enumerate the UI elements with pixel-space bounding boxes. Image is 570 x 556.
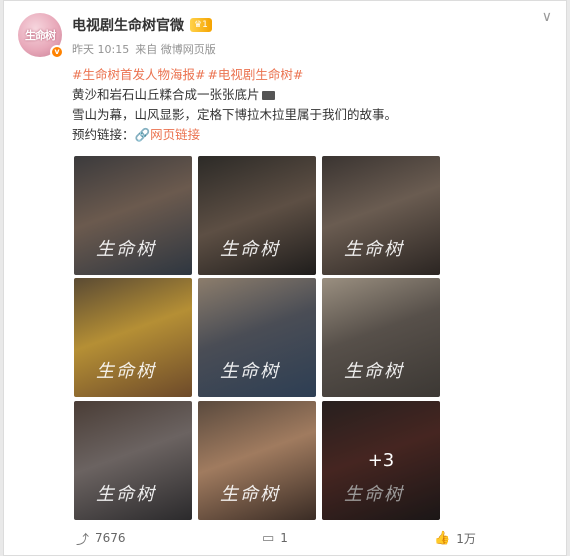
post-content: #生命树首发人物海报# #电视剧生命树# 黄沙和岩石山丘糅合成一张张底片 雪山为幕… bbox=[72, 65, 550, 145]
crown-icon: ♛ bbox=[194, 20, 203, 30]
action-bar: ⤴ 7676 ▭ 1 👍 1万 bbox=[4, 526, 566, 550]
hashtag-show[interactable]: #电视剧生命树# bbox=[207, 67, 303, 82]
like-count: 1万 bbox=[456, 531, 476, 546]
booking-row: 预约链接：🔗网页链接 bbox=[72, 125, 550, 145]
poster-image[interactable]: 生命树 bbox=[198, 401, 316, 520]
booking-label: 预约链接： bbox=[72, 127, 135, 142]
post-source: 来自 微博网页版 bbox=[135, 43, 216, 56]
poster-image[interactable]: 生命树 bbox=[322, 156, 440, 275]
comment-icon: ▭ bbox=[262, 530, 275, 546]
post-meta: 昨天 10:15 来自 微博网页版 bbox=[72, 41, 216, 57]
link-icon[interactable]: 🔗 bbox=[135, 127, 151, 142]
repost-icon: ⤴ bbox=[76, 532, 90, 548]
more-images-overlay[interactable]: +3 bbox=[322, 401, 440, 520]
poster-logo: 生命树 bbox=[344, 361, 404, 382]
chevron-down-icon[interactable]: ∨ bbox=[542, 9, 552, 25]
level-badge: ♛ 1 bbox=[190, 18, 212, 32]
poster-image[interactable]: 生命树 bbox=[322, 278, 440, 397]
name-row: 电视剧生命树官微 ♛ 1 bbox=[72, 15, 212, 35]
hashtag-poster[interactable]: #生命树首发人物海报# bbox=[72, 67, 205, 82]
poster-logo: 生命树 bbox=[220, 239, 280, 260]
poster-logo: 生命树 bbox=[220, 484, 280, 505]
poster-image[interactable]: 生命树 bbox=[198, 156, 316, 275]
film-emoji-icon bbox=[261, 91, 275, 100]
verified-badge-icon: v bbox=[50, 45, 64, 59]
repost-count: 7676 bbox=[95, 531, 126, 545]
poster-logo: 生命树 bbox=[220, 361, 280, 382]
thumbs-up-icon: 👍 bbox=[434, 530, 451, 546]
poster-image[interactable]: 生命树 bbox=[74, 401, 192, 520]
content-line-1-text: 黄沙和岩石山丘糅合成一张张底片 bbox=[72, 87, 260, 102]
image-grid: 生命树 生命树 生命树 生命树 生命树 生命树 生命树 生命树 生命树 +3 bbox=[74, 156, 440, 520]
poster-image[interactable]: 生命树 bbox=[74, 156, 192, 275]
poster-image[interactable]: 生命树 bbox=[74, 278, 192, 397]
avatar-text: 生命树 bbox=[25, 29, 56, 42]
poster-image-more[interactable]: 生命树 +3 bbox=[322, 401, 440, 520]
comment-button[interactable]: ▭ 1 bbox=[262, 531, 288, 546]
account-name[interactable]: 电视剧生命树官微 bbox=[72, 15, 184, 35]
web-link[interactable]: 网页链接 bbox=[150, 127, 200, 142]
poster-logo: 生命树 bbox=[96, 484, 156, 505]
repost-button[interactable]: ⤴ 7676 bbox=[76, 529, 126, 548]
content-line-1: 黄沙和岩石山丘糅合成一张张底片 bbox=[72, 85, 550, 105]
content-line-2: 雪山为幕，山风显影，定格下博拉木拉里属于我们的故事。 bbox=[72, 107, 398, 122]
level-number: 1 bbox=[202, 20, 208, 30]
poster-logo: 生命树 bbox=[344, 239, 404, 260]
poster-logo: 生命树 bbox=[96, 361, 156, 382]
hashtag-row: #生命树首发人物海报# #电视剧生命树# bbox=[72, 65, 550, 85]
comment-count: 1 bbox=[280, 531, 288, 545]
like-button[interactable]: 👍 1万 bbox=[434, 530, 476, 547]
poster-image[interactable]: 生命树 bbox=[198, 278, 316, 397]
post-time[interactable]: 昨天 10:15 bbox=[72, 41, 129, 57]
weibo-post-card: 生命树 v 电视剧生命树官微 ♛ 1 ∨ 昨天 10:15 来自 微博网页版 #… bbox=[3, 0, 567, 556]
poster-logo: 生命树 bbox=[96, 239, 156, 260]
